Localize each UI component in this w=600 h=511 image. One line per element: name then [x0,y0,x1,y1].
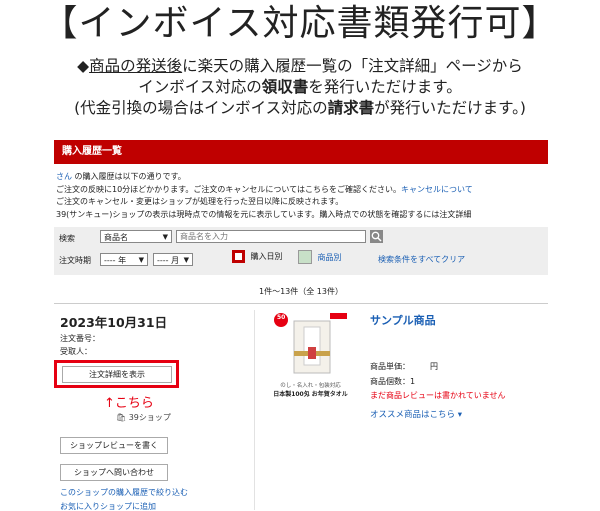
search-box: 検索 商品名▼ 注文時期 ---- 年▼ ---- 月▼ 購入日別 商品別 検索… [54,227,548,275]
product-image-caption-2: 日本製100匁 お年賀タオル [273,391,348,398]
year-select[interactable]: ---- 年 ▼ [100,253,148,266]
order-number-label: 注文番号： [60,334,100,343]
favorite-shop-link[interactable]: お気に入りショップに追加 [60,501,156,511]
banner-line-1: ◆商品の発送後に楽天の購入履歴一覧の「注文詳細」ページから [77,57,523,75]
quantity: 商品個数：1 [370,377,416,386]
period-label: 注文時期 [59,256,91,265]
product-image[interactable]: 50 のし・名入れ・包装対応 日本製100匁 お年賀タオル [272,311,349,403]
order-date: 2023年10月31日 [60,315,168,330]
banner-line-2: インボイス対応の領収書を発行いただけます。 [138,78,462,96]
column-divider [254,310,255,510]
calendar-icon [232,250,245,263]
cancel-info-link[interactable]: キャンセルについて [401,185,473,194]
shop-contact-button[interactable]: ショップへ問い合わせ [60,464,168,481]
arrow-note: ↑こちら [104,396,154,411]
search-input[interactable] [176,230,366,243]
shop-badge: 🛍 39ショップ [116,413,171,422]
product-title-link[interactable]: サンプル商品 [370,312,436,328]
purchase-history-panel: 購入履歴一覧 さん の購入履歴は以下の通りです。 ご注文の反映に10分ほどかかり… [54,140,548,511]
order-detail-button[interactable]: 注文詳細を表示 [62,366,172,383]
search-button[interactable] [370,230,383,243]
clear-filters-link[interactable]: 検索条件をすべてクリア [378,254,465,265]
month-select[interactable]: ---- 月 ▼ [153,253,193,266]
unit-price: 商品単価：円 [370,362,438,371]
recommend-link[interactable]: オススメ商品はこちら ▾ [370,408,462,420]
chevron-down-icon: ▼ [138,256,144,264]
chevron-down-icon: ▼ [162,233,168,241]
search-label: 検索 [59,234,75,243]
grid-icon [298,250,312,264]
shop-history-filter-link[interactable]: このショップの購入履歴で絞り込む [60,487,188,498]
review-note: まだ商品レビューは書かれていません [370,391,506,400]
product-badge-number: 50 [277,314,286,321]
search-field-select[interactable]: 商品名 ▼ [100,230,172,243]
banner-title: 【インボイス対応書類発行可】 [41,3,559,44]
banner-line-3: (代金引換の場合はインボイス対応の請求書が発行いただけます。) [74,99,526,117]
view-by-date[interactable]: 購入日別 [232,250,283,263]
info-text: さん の購入履歴は以下の通りです。 ご注文の反映に10分ほどかかります。ご注文の… [56,172,473,219]
purchase-history-header: 購入履歴一覧 [54,140,548,164]
search-icon [371,231,382,242]
recipient-label: 受取人： [60,347,92,356]
result-count: 1件〜13件（全 13件） [259,287,343,296]
product-image-caption-1: のし・名入れ・包装対応 [280,383,341,389]
chevron-down-icon: ▼ [183,256,189,264]
user-name-link[interactable]: さん [56,172,72,181]
banner-description: ◆商品の発送後に楽天の購入履歴一覧の「注文詳細」ページから インボイス対応の領収… [0,56,600,119]
shop-review-button[interactable]: ショップレビューを書く [60,437,168,454]
view-by-product[interactable]: 商品別 [298,250,342,264]
shop-39-icon: 🛍 [116,413,127,422]
divider [54,303,548,304]
